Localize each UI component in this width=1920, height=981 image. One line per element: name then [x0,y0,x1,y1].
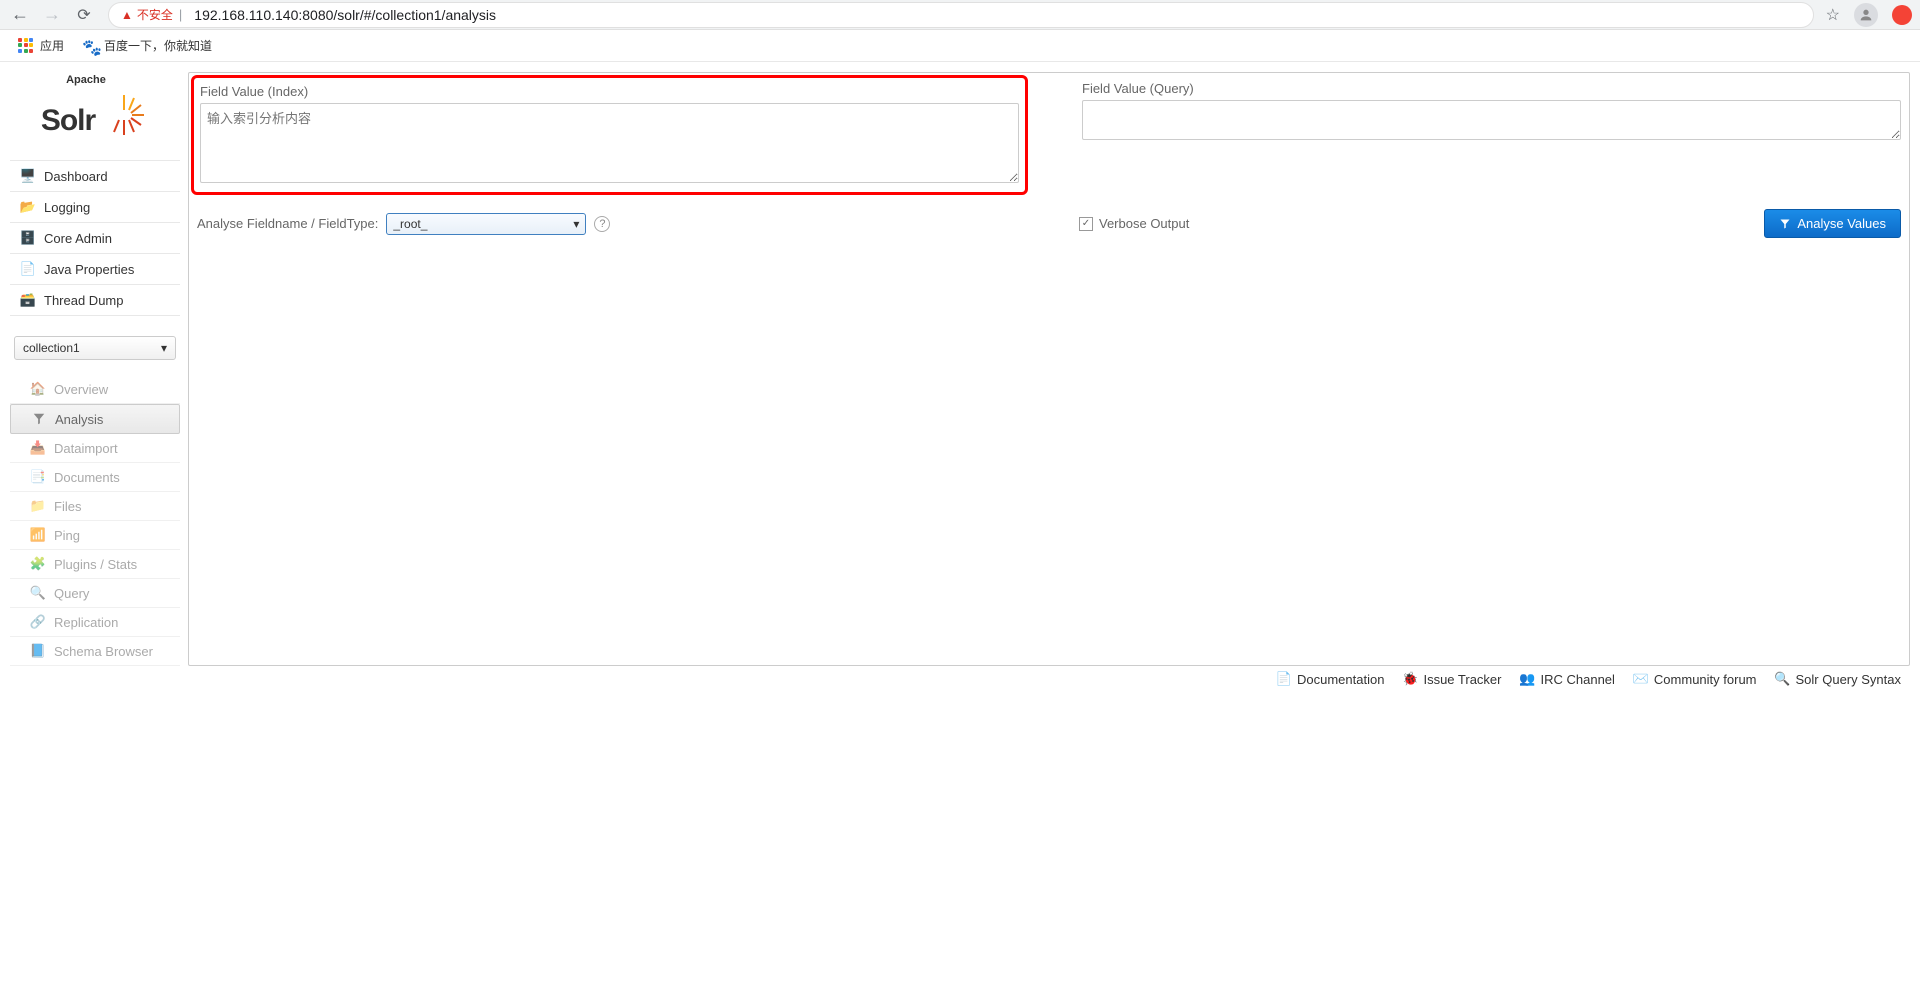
search-icon: 🔍 [30,585,46,601]
baidu-icon: 🐾 [82,38,98,54]
core-selector[interactable]: collection1 ▾ [14,336,176,360]
doc-icon: 📄 [1276,671,1292,687]
documents-icon: 📑 [30,469,46,485]
subnav-plugins[interactable]: 🧩 Plugins / Stats [10,550,180,579]
footer-issue-tracker[interactable]: 🐞 Issue Tracker [1402,671,1501,687]
main-content: Field Value (Index) Field Value (Query) … [188,72,1910,666]
chevron-down-icon: ▾ [573,217,579,231]
checkbox-icon: ✓ [1079,217,1093,231]
plugins-icon: 🧩 [30,556,46,572]
sun-icon [99,90,149,140]
browser-toolbar: ← → ⟳ ▲ 不安全 | 192.168.110.140:8080/solr/… [0,0,1920,30]
field-value-query-block: Field Value (Query) [1082,81,1901,189]
bookmark-bar: 应用 🐾 百度一下，你就知道 [0,30,1920,62]
thread-icon: 🗃️ [20,292,36,308]
logging-icon: 📂 [20,199,36,215]
nav-core-admin[interactable]: 🗄️ Core Admin [10,223,180,254]
fieldname-label: Analyse Fieldname / FieldType: [197,216,378,231]
subnav-dataimport[interactable]: 📥 Dataimport [10,434,180,463]
warning-icon: ▲ [121,8,133,22]
footer-links: 📄 Documentation 🐞 Issue Tracker 👥 IRC Ch… [1268,663,1909,695]
forward-button[interactable]: → [40,3,64,27]
bug-icon: 🐞 [1402,671,1418,687]
analyse-button[interactable]: Analyse Values [1764,209,1901,238]
field-value-index-block: Field Value (Index) [191,75,1028,195]
bookmark-star-icon[interactable]: ☆ [1826,5,1840,25]
baidu-bookmark[interactable]: 🐾 百度一下，你就知道 [82,37,212,54]
help-icon[interactable]: ? [594,216,610,232]
index-textarea[interactable] [200,103,1019,183]
nav-thread-dump[interactable]: 🗃️ Thread Dump [10,285,180,316]
footer-documentation[interactable]: 📄 Documentation [1276,671,1384,687]
dashboard-icon: 🖥️ [20,168,36,184]
index-label: Field Value (Index) [200,84,1019,99]
folder-icon: 📁 [30,498,46,514]
verbose-checkbox[interactable]: ✓ Verbose Output [1079,216,1189,231]
core-admin-icon: 🗄️ [20,230,36,246]
subnav-ping[interactable]: 📶 Ping [10,521,180,550]
import-icon: 📥 [30,440,46,456]
primary-nav: 🖥️ Dashboard 📂 Logging 🗄️ Core Admin 📄 J… [10,160,180,316]
nav-logging[interactable]: 📂 Logging [10,192,180,223]
syntax-icon: 🔍 [1775,671,1791,687]
profile-avatar[interactable] [1854,3,1878,27]
url-bar[interactable]: ▲ 不安全 | 192.168.110.140:8080/solr/#/coll… [108,2,1814,28]
footer-query-syntax[interactable]: 🔍 Solr Query Syntax [1775,671,1902,687]
java-icon: 📄 [20,261,36,277]
subnav-overview[interactable]: 🏠 Overview [10,375,180,404]
book-icon: 📘 [30,643,46,659]
chevron-down-icon: ▾ [161,341,167,355]
url-text: 192.168.110.140:8080/solr/#/collection1/… [194,7,496,23]
funnel-icon [31,411,47,427]
ping-icon: 📶 [30,527,46,543]
solr-logo[interactable]: Apache Solr [10,72,180,160]
extension-badge[interactable] [1892,5,1912,25]
query-textarea[interactable] [1082,100,1901,140]
subnav-query[interactable]: 🔍 Query [10,579,180,608]
sidebar: Apache Solr 🖥️ Dashboard [10,72,180,666]
funnel-icon [1779,218,1791,230]
subnav-documents[interactable]: 📑 Documents [10,463,180,492]
reload-button[interactable]: ⟳ [72,3,96,27]
footer-irc[interactable]: 👥 IRC Channel [1519,671,1614,687]
replication-icon: 🔗 [30,614,46,630]
subnav-files[interactable]: 📁 Files [10,492,180,521]
query-label: Field Value (Query) [1082,81,1901,96]
back-button[interactable]: ← [8,3,32,27]
insecure-badge: ▲ 不安全 [121,6,173,23]
fieldtype-select[interactable]: _root_ ▾ [386,213,586,235]
core-sub-nav: 🏠 Overview Analysis 📥 Dataimport 📑 Docum… [10,375,180,666]
mail-icon: ✉️ [1633,671,1649,687]
apps-bookmark[interactable]: 应用 [18,37,64,54]
nav-dashboard[interactable]: 🖥️ Dashboard [10,161,180,192]
nav-java-properties[interactable]: 📄 Java Properties [10,254,180,285]
subnav-replication[interactable]: 🔗 Replication [10,608,180,637]
subnav-analysis[interactable]: Analysis [10,404,180,434]
apps-icon [18,38,34,54]
footer-forum[interactable]: ✉️ Community forum [1633,671,1757,687]
home-icon: 🏠 [30,381,46,397]
chat-icon: 👥 [1519,671,1535,687]
subnav-schema-browser[interactable]: 📘 Schema Browser [10,637,180,666]
